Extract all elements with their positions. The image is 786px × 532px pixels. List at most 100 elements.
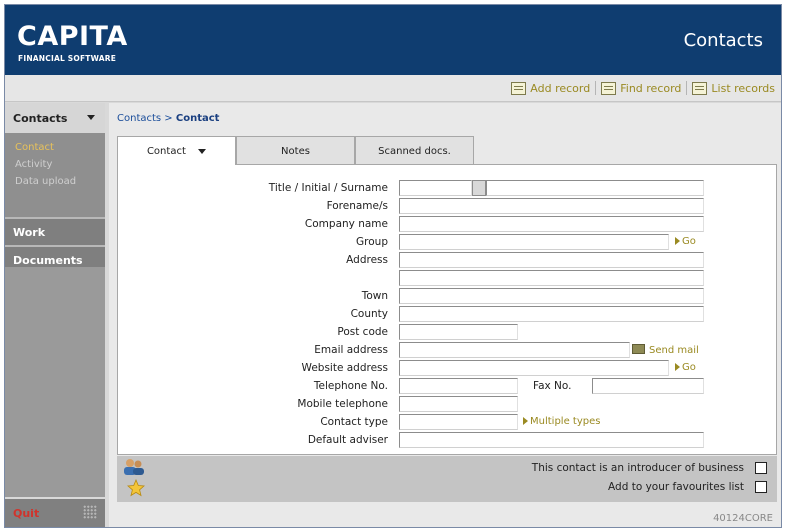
website-go-link[interactable]: Go bbox=[675, 362, 696, 373]
find-record-icon bbox=[601, 81, 617, 95]
form-row-contact-type: Contact type Multiple types bbox=[118, 414, 778, 431]
capita-logo: CAPITA bbox=[17, 21, 128, 52]
forenames-label: Forename/s bbox=[326, 200, 388, 212]
breadcrumb-contacts-link[interactable]: Contacts bbox=[117, 113, 161, 124]
breadcrumb-separator: > bbox=[161, 113, 176, 124]
form-row-address-2 bbox=[118, 270, 778, 287]
tab-contact-label: Contact bbox=[146, 146, 186, 157]
form-row-mobile: Mobile telephone bbox=[118, 396, 778, 413]
group-field[interactable] bbox=[399, 234, 669, 250]
list-records-label: List records bbox=[711, 81, 775, 95]
list-records-icon bbox=[692, 81, 708, 95]
mobile-telephone-field[interactable] bbox=[399, 396, 518, 412]
add-record-icon bbox=[511, 81, 527, 95]
form-row-group: Group Go bbox=[118, 234, 778, 251]
add-record-link[interactable]: Add record bbox=[511, 81, 590, 95]
company-name-field[interactable] bbox=[399, 216, 704, 232]
capita-logo-subtitle: FINANCIAL SOFTWARE bbox=[18, 54, 117, 63]
form-row-website: Website address Go bbox=[118, 360, 778, 377]
sidebar-section-work[interactable]: Work bbox=[5, 219, 105, 245]
mobile-telephone-label: Mobile telephone bbox=[297, 398, 388, 410]
form-row-adviser: Default adviser bbox=[118, 432, 778, 449]
group-go-label: Go bbox=[682, 236, 696, 247]
multiple-types-label: Multiple types bbox=[530, 416, 601, 427]
fax-field[interactable] bbox=[592, 378, 704, 394]
post-code-field[interactable] bbox=[399, 324, 518, 340]
find-record-link[interactable]: Find record bbox=[601, 81, 682, 95]
chevron-down-icon bbox=[87, 115, 95, 120]
tab-notes[interactable]: Notes bbox=[236, 136, 355, 164]
initial-field[interactable] bbox=[472, 180, 486, 196]
introducer-label: This contact is an introducer of busines… bbox=[531, 462, 744, 474]
chevron-down-icon bbox=[198, 148, 207, 154]
form-row-title: Title / Initial / Surname bbox=[118, 180, 778, 197]
find-record-label: Find record bbox=[620, 81, 682, 95]
form-row-address-1: Address bbox=[118, 252, 778, 269]
tab-scanned-docs[interactable]: Scanned docs. bbox=[355, 136, 474, 164]
tab-bar: Contact Notes Scanned docs. bbox=[117, 136, 474, 165]
website-go-label: Go bbox=[682, 362, 696, 373]
sidebar: Contacts Contact Activity Data upload Wo… bbox=[5, 103, 105, 497]
record-toolbar: Add record Find record List records bbox=[5, 75, 781, 102]
address-line-1-field[interactable] bbox=[399, 252, 704, 268]
address-line-2-field[interactable] bbox=[399, 270, 704, 286]
go-arrow-icon bbox=[523, 417, 528, 425]
grid-icon[interactable] bbox=[83, 505, 97, 519]
town-label: Town bbox=[361, 290, 388, 302]
email-address-label: Email address bbox=[314, 344, 388, 356]
company-name-label: Company name bbox=[304, 218, 388, 230]
form-row-postcode: Post code bbox=[118, 324, 778, 341]
contact-type-label: Contact type bbox=[320, 416, 388, 428]
sidebar-item-activity[interactable]: Activity bbox=[15, 156, 105, 173]
go-arrow-icon bbox=[675, 363, 680, 371]
group-go-link[interactable]: Go bbox=[675, 236, 696, 247]
form-row-email: Email address Send mail bbox=[118, 342, 778, 359]
toolbar-divider bbox=[686, 81, 688, 95]
star-icon[interactable] bbox=[127, 479, 145, 497]
form-row-county: County bbox=[118, 306, 778, 323]
telephone-field[interactable] bbox=[399, 378, 518, 394]
form-row-company: Company name bbox=[118, 216, 778, 233]
address-label: Address bbox=[346, 254, 388, 266]
header-bar: CAPITA FINANCIAL SOFTWARE Contacts bbox=[5, 5, 781, 75]
sidebar-subitems: Contact Activity Data upload bbox=[5, 133, 105, 217]
go-arrow-icon bbox=[675, 237, 680, 245]
sidebar-item-contact[interactable]: Contact bbox=[15, 139, 105, 156]
people-icon[interactable] bbox=[123, 458, 145, 476]
surname-field[interactable] bbox=[486, 180, 704, 196]
favourites-option: Add to your favourites list bbox=[608, 481, 767, 493]
default-adviser-field[interactable] bbox=[399, 432, 704, 448]
county-field[interactable] bbox=[399, 306, 704, 322]
mail-icon bbox=[632, 344, 645, 354]
form-row-telephone: Telephone No. Fax No. bbox=[118, 378, 778, 395]
website-address-label: Website address bbox=[301, 362, 388, 374]
quit-button[interactable]: Quit bbox=[13, 507, 39, 520]
fax-label: Fax No. bbox=[533, 380, 572, 392]
telephone-label: Telephone No. bbox=[313, 380, 388, 392]
introducer-checkbox[interactable] bbox=[755, 462, 767, 474]
sidebar-section-contacts-label: Contacts bbox=[13, 112, 68, 125]
group-label: Group bbox=[356, 236, 388, 248]
toolbar-divider bbox=[595, 81, 597, 95]
sidebar-filler bbox=[5, 267, 105, 497]
town-field[interactable] bbox=[399, 288, 704, 304]
main-content: Contacts > Contact Contact Notes Scanned… bbox=[109, 103, 781, 527]
contact-form-panel: Title / Initial / Surname Forename/s Com… bbox=[117, 164, 777, 455]
list-records-link[interactable]: List records bbox=[692, 81, 775, 95]
email-field[interactable] bbox=[399, 342, 630, 358]
default-adviser-label: Default adviser bbox=[307, 434, 388, 446]
form-row-town: Town bbox=[118, 288, 778, 305]
send-mail-link[interactable]: Send mail bbox=[632, 344, 699, 356]
multiple-types-link[interactable]: Multiple types bbox=[523, 416, 600, 427]
post-code-label: Post code bbox=[337, 326, 388, 338]
tab-contact[interactable]: Contact bbox=[117, 136, 236, 165]
favourites-checkbox[interactable] bbox=[755, 481, 767, 493]
send-mail-label: Send mail bbox=[649, 345, 699, 356]
forenames-field[interactable] bbox=[399, 198, 704, 214]
sidebar-item-data-upload[interactable]: Data upload bbox=[15, 173, 105, 190]
version-label: 40124CORE bbox=[713, 513, 773, 524]
sidebar-section-contacts[interactable]: Contacts bbox=[5, 103, 105, 133]
website-field[interactable] bbox=[399, 360, 669, 376]
contact-type-field[interactable] bbox=[399, 414, 518, 430]
title-field[interactable] bbox=[399, 180, 472, 196]
